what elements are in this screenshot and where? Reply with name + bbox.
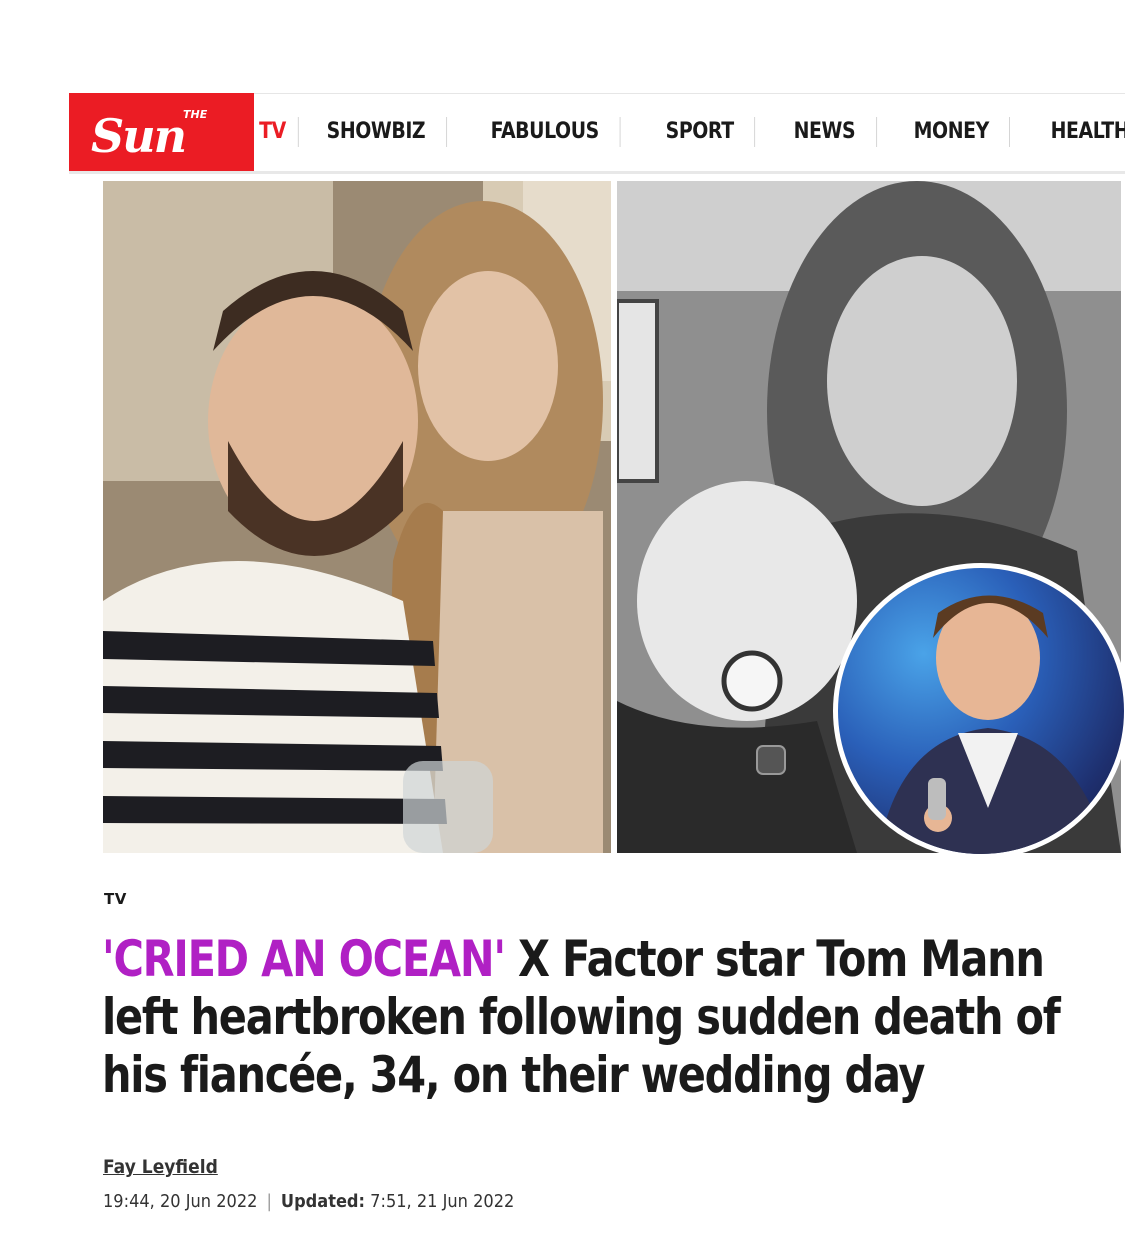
main-nav: TV SHOWBIZ FABULOUS SPORT NEWS MONEY HEA… [254, 93, 1125, 171]
nav-item-sport[interactable]: SPORT [645, 117, 755, 147]
nav-item-news[interactable]: NEWS [773, 117, 877, 147]
nav-item-showbiz[interactable]: SHOWBIZ [306, 117, 447, 147]
section-label[interactable]: TV [104, 890, 127, 908]
the-sun-logo[interactable]: THE Sun [69, 93, 254, 171]
nav-item-money[interactable]: MONEY [893, 117, 1011, 147]
nav-item-tv[interactable]: TV [254, 117, 299, 147]
article-headline: 'CRIED AN OCEAN' X Factor star Tom Mann … [102, 930, 1090, 1104]
dateline-separator: | [266, 1191, 272, 1212]
headline-kicker: 'CRIED AN OCEAN' [102, 930, 506, 988]
site-header: THE Sun TV SHOWBIZ FABULOUS SPORT NEWS M… [69, 93, 1125, 174]
updated-time: 7:51, 21 Jun 2022 [370, 1191, 515, 1212]
published-time: 19:44, 20 Jun 2022 [103, 1191, 258, 1212]
nav-item-health[interactable]: HEALTH [1030, 117, 1125, 147]
couple-photo-illustration [103, 181, 611, 853]
updated-label: Updated: [280, 1191, 366, 1212]
author-link[interactable]: Fay Leyfield [103, 1156, 218, 1178]
logo-the-text: THE [183, 108, 208, 121]
couple-photo[interactable] [103, 181, 611, 853]
logo-wordmark: THE Sun [91, 108, 208, 160]
nav-item-fabulous[interactable]: FABULOUS [470, 117, 621, 147]
performer-illustration [878, 595, 1108, 854]
logo-sun-text: Sun [91, 109, 185, 160]
article-dateline: 19:44, 20 Jun 2022 | Updated: 7:51, 21 Jun… [103, 1191, 514, 1212]
header-bottom-divider [69, 171, 1125, 174]
tom-mann-inset-photo[interactable] [833, 563, 1125, 859]
